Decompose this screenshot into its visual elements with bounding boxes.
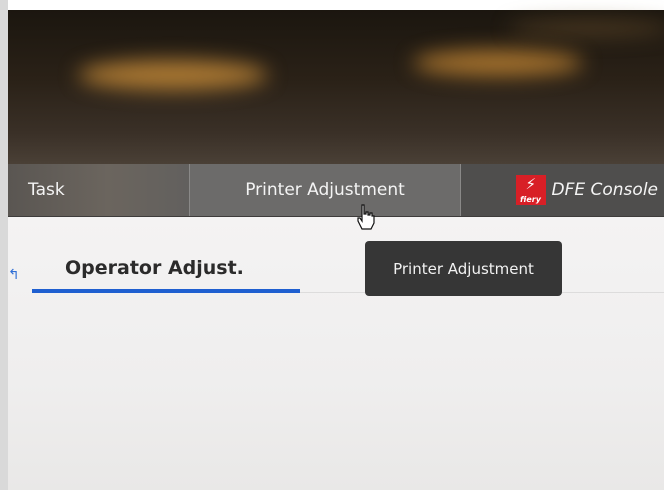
left-bezel — [0, 0, 8, 490]
tab-dfe-console-label: DFE Console — [551, 180, 659, 200]
fiery-logo-text: fiery — [520, 195, 541, 204]
back-arrow-icon[interactable]: ↰ — [8, 267, 20, 283]
tab-printer-adjustment[interactable]: Printer Adjustment — [189, 164, 461, 216]
hand-pointer-icon — [357, 204, 375, 230]
tab-task[interactable]: Task — [8, 164, 189, 216]
monitor-bezel — [8, 10, 664, 164]
tab-task-label: Task — [28, 180, 65, 200]
tab-dfe-console[interactable]: ⚡ fiery DFE Console — [461, 164, 664, 216]
reflection-glow — [413, 50, 583, 76]
tab-printer-adjustment-label: Printer Adjustment — [245, 180, 405, 200]
main-content: ↰ Operator Adjust. — [8, 217, 664, 490]
tooltip: Printer Adjustment — [365, 241, 562, 296]
fiery-bolt-icon: ⚡ — [525, 175, 537, 193]
photo-of-screen: Task Printer Adjustment ⚡ fiery DFE Cons… — [0, 0, 664, 490]
subtab-operator-adjust[interactable]: Operator Adjust. — [65, 257, 244, 279]
top-tab-bar: Task Printer Adjustment ⚡ fiery DFE Cons… — [8, 164, 664, 217]
reflection-glow — [78, 60, 268, 90]
fiery-logo: ⚡ fiery — [515, 175, 546, 205]
active-subtab-indicator — [32, 289, 300, 293]
reflection-glow — [508, 20, 664, 36]
